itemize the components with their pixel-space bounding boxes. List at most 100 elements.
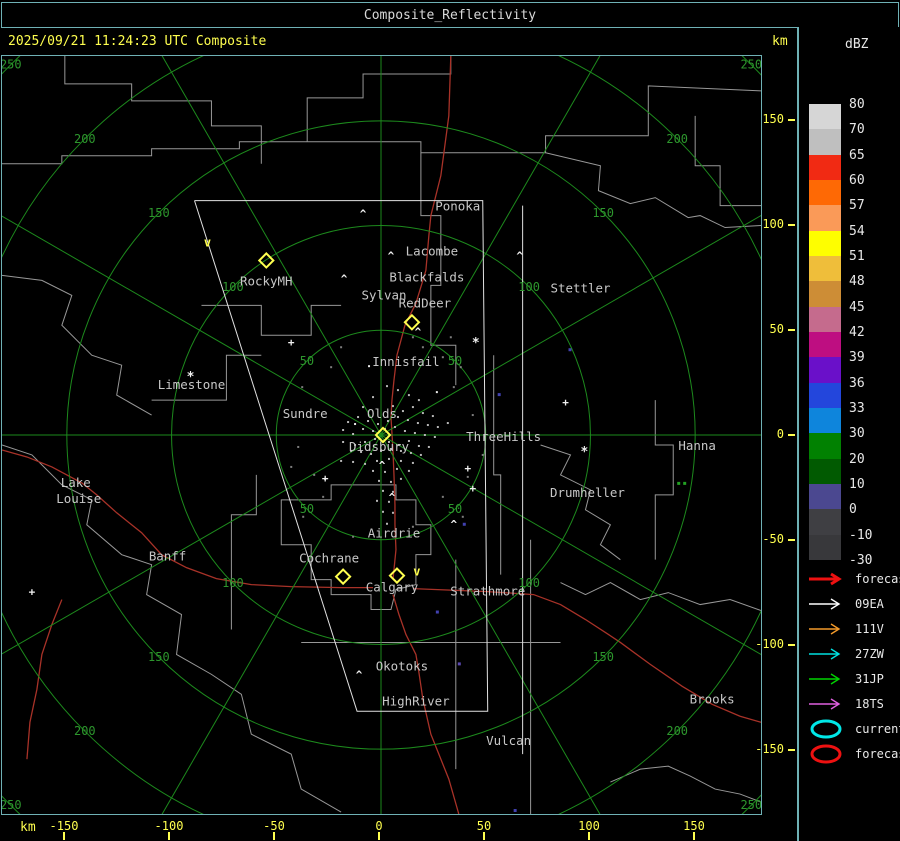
legend-row: current (807, 719, 900, 739)
clutter-dot (352, 535, 355, 538)
clutter-dot (396, 416, 399, 419)
clutter-dot (352, 460, 355, 463)
echo-dot (457, 662, 461, 666)
dbz-swatch (809, 407, 841, 434)
bottom-axis-label: 0 (375, 819, 383, 833)
clutter-dot (381, 489, 384, 492)
bottom-axis-label: -150 (49, 819, 79, 833)
clutter-dot (403, 430, 406, 433)
legend-label: current (855, 722, 900, 736)
caret-marker-icon: ^ (360, 208, 367, 221)
clutter-dot (421, 412, 424, 415)
highway-line (26, 599, 63, 760)
boundary-line (201, 304, 342, 336)
bottom-axis-label: 50 (476, 819, 492, 833)
legend-label: forecast (855, 747, 900, 761)
dbz-swatch (809, 255, 841, 282)
city-label: Brooks (690, 691, 735, 706)
city-label: Okotoks (376, 658, 428, 673)
bottom-axis-label: -50 (263, 819, 285, 833)
clutter-dot (406, 419, 409, 422)
dbz-swatch (809, 331, 841, 358)
dbz-value-label: 65 (849, 147, 865, 163)
track-arrow-icon (809, 572, 842, 586)
boundary-line (610, 765, 762, 803)
clutter-dot (446, 422, 449, 425)
legend-sidebar: dBZ 80 70 65 60 57 54 51 48 45 42 39 36 33 30 20 10 0 -10… (797, 27, 900, 841)
caret-marker-icon: ^ (379, 459, 386, 472)
ring-distance-label: 250 (2, 58, 22, 72)
product-timestamp: 2025/09/21 11:24:23 UTC Composite (8, 34, 267, 49)
clutter-dot (399, 477, 402, 480)
dbz-value-label: 45 (849, 299, 865, 315)
caret-marker-icon: ^ (341, 272, 348, 285)
clutter-dot (417, 399, 420, 402)
city-label: Innisfail (372, 354, 439, 369)
map-frame: v v ^ ^ ^ ^ ^ ^ ^ ^ ^ + + + + + + * * * 50 100 150 200 250 50 100… (0, 0, 900, 841)
right-axis-tick (788, 119, 795, 121)
legend-label: 09EA (855, 597, 884, 611)
city-label: Strathmore (450, 584, 525, 599)
radar-map[interactable]: vv^^^^^^^^^++++++*** 5010015020025050100… (0, 0, 900, 841)
clutter-dot (471, 414, 474, 417)
dbz-unit-label: dBZ (845, 37, 869, 52)
asterisk-marker-icon: * (581, 445, 589, 460)
plus-marker-icon: + (288, 336, 295, 349)
clutter-dot (441, 356, 444, 359)
city-label: Vulcan (486, 733, 531, 748)
km-unit-bottom: km (20, 820, 36, 835)
clutter-dot (362, 406, 365, 409)
clutter-dot (431, 415, 434, 418)
city-label: Calgary (366, 580, 419, 595)
dbz-value-label: 60 (849, 172, 865, 188)
legend-label: 18TS (855, 697, 884, 711)
city-label: Cochrane (299, 551, 359, 566)
city-label: Didsbury (349, 439, 409, 454)
echo-dot (568, 348, 572, 352)
echo-dot (462, 522, 466, 526)
dbz-swatch (809, 281, 841, 308)
dbz-value-label: 36 (849, 375, 865, 391)
dbz-value-label: 42 (849, 324, 865, 340)
echo-dot (513, 809, 517, 813)
caret-marker-icon: ^ (356, 668, 363, 681)
bottom-axis-tick (273, 832, 275, 840)
city-label: RedDeer (399, 295, 452, 310)
right-axis-tick (788, 224, 795, 226)
clutter-dot (342, 440, 345, 443)
city-label: Stettler (550, 280, 610, 295)
clutter-dot (342, 429, 345, 432)
city-label: HighRiver (382, 693, 450, 708)
clutter-dot (461, 515, 464, 518)
radar-viewer-window: Composite_Reflectivity 2025/09/21 11:24:… (0, 0, 900, 841)
right-axis-label: 150 (762, 112, 784, 126)
dbz-value-label: 57 (849, 198, 865, 214)
city-label: ThreeHills (466, 429, 541, 444)
v-marker-icon: v (204, 235, 211, 249)
track-ellipse-icon (810, 744, 842, 764)
track-arrow-icon (809, 648, 841, 660)
ring-distance-label: 200 (74, 724, 96, 738)
clutter-dot (352, 433, 355, 435)
clutter-dot (372, 430, 375, 433)
legend-label: 27ZW (855, 647, 884, 661)
clutter-dot (389, 480, 392, 483)
city-label: Sundre (283, 406, 328, 421)
clutter-dot (387, 457, 390, 460)
clutter-dot (407, 469, 410, 472)
caret-marker-icon: ^ (516, 249, 523, 262)
ring-distance-label: 50 (448, 502, 462, 516)
asterisk-marker-icon: * (472, 336, 480, 351)
echo-dot (497, 393, 501, 397)
track-arrow-icon (809, 698, 841, 710)
ring-distance-label: 250 (740, 58, 761, 72)
clutter-dot (372, 469, 375, 472)
legend-label: forecast (855, 572, 900, 586)
clutter-dot (407, 394, 410, 397)
clutter-dot (385, 385, 388, 388)
dbz-swatch (809, 104, 841, 130)
city-label: Hanna (678, 438, 716, 453)
legend-row: 111V (807, 619, 884, 639)
boundary-line (694, 115, 761, 207)
clutter-dot (362, 428, 365, 431)
